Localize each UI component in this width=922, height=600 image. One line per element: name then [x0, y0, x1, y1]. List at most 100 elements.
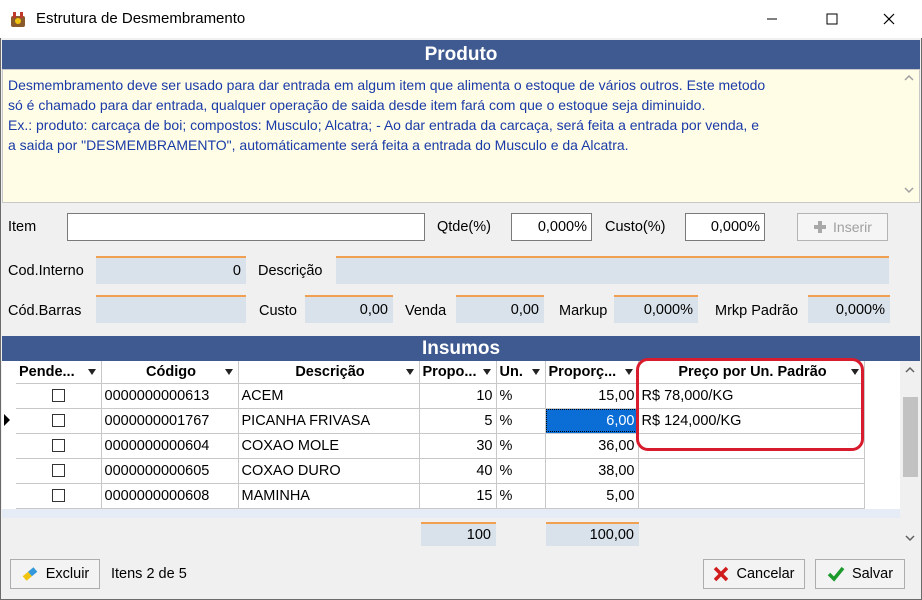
cod-interno-field: 0 [96, 256, 246, 284]
item-label: Item [8, 219, 37, 235]
descricao-cell: COXAO DURO [238, 458, 420, 484]
maximize-icon [826, 13, 838, 25]
pendente-cell[interactable] [16, 383, 102, 409]
col-header-un[interactable]: Un. [496, 361, 546, 384]
sort-arrow-icon [405, 369, 414, 375]
un-cell: % [496, 433, 546, 459]
pendente-checkbox[interactable] [51, 414, 65, 428]
current-row-indicator-icon [4, 414, 10, 426]
sort-arrow-icon [482, 369, 491, 375]
proporc-cell[interactable]: 38,00 [545, 458, 639, 484]
scrollbar-thumb[interactable] [903, 397, 918, 477]
pendente-checkbox[interactable] [51, 464, 65, 478]
codigo-cell: 0000000000608 [101, 483, 239, 509]
minimize-icon [767, 18, 777, 20]
custo-field: 0,00 [305, 295, 393, 323]
salvar-button[interactable]: Salvar [815, 559, 905, 589]
description-line: só é chamado para dar entrada, qualquer … [8, 97, 706, 113]
venda-label: Venda [405, 303, 447, 319]
total-proporc: 100,00 [546, 522, 639, 546]
col-header-propo[interactable]: Propo... [419, 361, 497, 384]
pendente-checkbox[interactable] [51, 389, 65, 403]
proporc-cell-selected[interactable]: 6,00 [545, 408, 639, 434]
table-row[interactable]: 0000000000605 COXAO DURO 40 % 38,00 [16, 458, 865, 484]
cancelar-button[interactable]: Cancelar [703, 559, 805, 589]
pendente-cell[interactable] [16, 408, 102, 434]
sort-arrow-icon [224, 369, 233, 375]
markup-field: 0,000% [614, 295, 698, 323]
plus-icon [814, 221, 827, 233]
qtde-input[interactable]: 0,000% [511, 213, 592, 241]
pendente-checkbox[interactable] [51, 489, 65, 503]
codigo-cell: 0000000000613 [101, 383, 239, 409]
item-input[interactable] [67, 213, 425, 241]
description-line: Ex.: produto: carcaça de boi; compostos:… [8, 117, 759, 133]
markup-label: Markup [559, 303, 608, 319]
cancelar-label: Cancelar [736, 566, 795, 582]
excluir-label: Excluir [45, 566, 90, 582]
un-cell: % [496, 408, 546, 434]
proporc-cell[interactable]: 5,00 [545, 483, 639, 509]
un-cell: % [496, 383, 546, 409]
custo-label: Custo [259, 303, 297, 319]
produto-header: Produto [2, 40, 920, 69]
sort-arrow-icon [87, 369, 96, 375]
itens-status: Itens 2 de 5 [111, 566, 187, 582]
close-button[interactable] [866, 0, 912, 38]
scroll-down-icon [904, 187, 914, 194]
description-line: a saida por "DESMEMBRAMENTO", automática… [8, 137, 629, 153]
description-scrollbar[interactable] [898, 70, 919, 202]
inserir-button[interactable]: Inserir [797, 213, 888, 241]
window-title: Estrutura de Desmembramento [36, 10, 246, 27]
venda-field: 0,00 [456, 295, 544, 323]
descricao-cell: COXAO MOLE [238, 433, 420, 459]
minimize-button[interactable] [749, 0, 795, 38]
close-icon [883, 13, 895, 25]
scroll-up-icon [904, 74, 914, 81]
col-header-descricao[interactable]: Descrição [238, 361, 420, 384]
pendente-checkbox[interactable] [51, 439, 65, 453]
annotation-highlight [636, 358, 864, 451]
propo-cell: 40 [419, 458, 497, 484]
custo-pct-label: Custo(%) [605, 219, 666, 235]
qtde-label: Qtde(%) [437, 219, 491, 235]
proporc-cell[interactable]: 15,00 [545, 383, 639, 409]
descricao-cell: ACEM [238, 383, 420, 409]
un-cell: % [496, 483, 546, 509]
propo-cell: 5 [419, 408, 497, 434]
descricao-label: Descrição [258, 263, 323, 279]
col-header-proporc[interactable]: Proporç... [545, 361, 639, 384]
pendente-cell[interactable] [16, 458, 102, 484]
cod-barras-label: Cód.Barras [8, 303, 82, 319]
proporc-cell[interactable]: 36,00 [545, 433, 639, 459]
descricao-field [336, 256, 889, 284]
sort-arrow-icon [531, 369, 540, 375]
pendente-cell[interactable] [16, 433, 102, 459]
scroll-down-icon [905, 535, 915, 542]
cancel-x-icon [714, 566, 729, 582]
app-icon [11, 12, 25, 27]
description-line: Desmembramento deve ser usado para dar e… [8, 77, 766, 93]
eraser-icon [22, 567, 38, 581]
codigo-cell: 0000000000604 [101, 433, 239, 459]
descricao-cell: MAMINHA [238, 483, 420, 509]
description-text: Desmembramento deve ser usado para dar e… [8, 75, 896, 155]
sort-arrow-icon [624, 369, 633, 375]
checkmark-icon [827, 566, 845, 582]
col-header-pendente[interactable]: Pende... [16, 361, 102, 384]
table-row[interactable]: 0000000000608 MAMINHA 15 % 5,00 [16, 483, 865, 509]
propo-cell: 15 [419, 483, 497, 509]
custo-pct-input[interactable]: 0,000% [685, 213, 765, 241]
maximize-button[interactable] [809, 0, 855, 38]
grid-empty-area [2, 509, 900, 518]
col-header-codigo[interactable]: Código [101, 361, 239, 384]
cod-barras-field [96, 295, 246, 323]
scroll-up-icon [905, 366, 915, 373]
cod-interno-label: Cod.Interno [8, 263, 84, 279]
pendente-cell[interactable] [16, 483, 102, 509]
un-cell: % [496, 458, 546, 484]
descricao-cell: PICANHA FRIVASA [238, 408, 420, 434]
excluir-button[interactable]: Excluir [10, 559, 100, 589]
codigo-cell: 0000000000605 [101, 458, 239, 484]
salvar-label: Salvar [851, 566, 894, 582]
